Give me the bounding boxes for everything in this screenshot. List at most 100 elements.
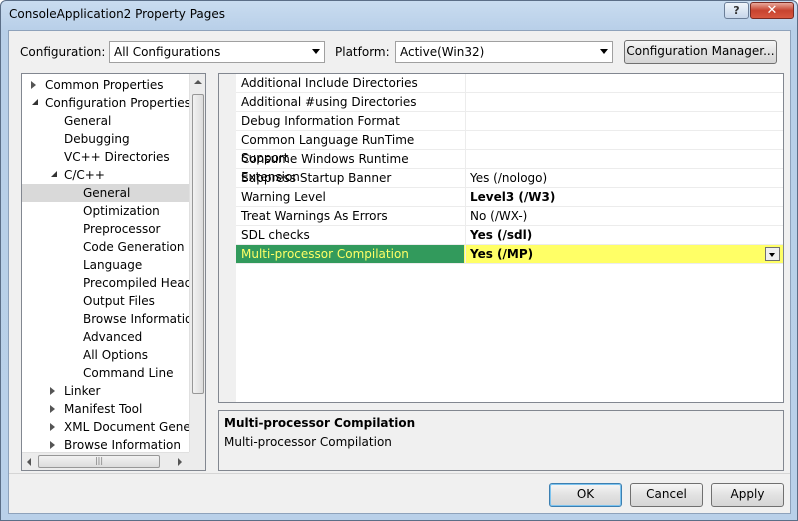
collapsed-arrow-icon[interactable] (50, 387, 55, 395)
property-name: Treat Warnings As Errors (241, 209, 388, 223)
platform-dropdown[interactable]: Active(Win32) (395, 41, 613, 63)
scroll-up-icon[interactable] (194, 80, 202, 84)
property-name: Multi-processor Compilation (236, 245, 464, 263)
dropdown-arrow-icon[interactable] (765, 247, 780, 261)
tree-item[interactable]: Advanced (22, 328, 189, 346)
property-name: SDL checks (241, 228, 310, 242)
property-name: Additional #using Directories (241, 95, 417, 109)
description-panel: Multi-processor Compilation Multi-proces… (218, 410, 784, 471)
property-name: Suppress Startup Banner (241, 171, 392, 185)
property-value[interactable]: No (/WX-) (465, 207, 770, 225)
configuration-dropdown[interactable]: All Configurations (109, 41, 325, 63)
cancel-button[interactable]: Cancel (630, 483, 703, 507)
property-value[interactable]: Yes (/sdl) (465, 226, 770, 244)
scrollbar-thumb[interactable] (192, 94, 204, 394)
tree-item[interactable]: Common Properties (22, 76, 189, 94)
tree-item-label: Browse Information (83, 312, 200, 326)
property-row[interactable]: Common Language RunTime Support (236, 131, 783, 165)
configuration-value: All Configurations (114, 45, 221, 59)
collapsed-arrow-icon[interactable] (50, 441, 55, 449)
collapsed-arrow-icon[interactable] (31, 81, 36, 89)
ok-button[interactable]: OK (549, 483, 622, 507)
property-value[interactable] (465, 93, 770, 111)
tree-item[interactable]: General (22, 112, 189, 130)
property-value[interactable] (465, 131, 770, 149)
property-row[interactable]: Additional Include Directories (236, 74, 783, 93)
dialog-client: Configuration: All Configurations Platfo… (8, 30, 791, 514)
collapsed-arrow-icon[interactable] (50, 405, 55, 413)
property-row[interactable]: Treat Warnings As Errors No (/WX-) (236, 207, 783, 226)
tree-item[interactable]: Output Files (22, 292, 189, 310)
tree-item[interactable]: Code Generation (22, 238, 189, 256)
tree-item[interactable]: Language (22, 256, 189, 274)
tree-item-label: Precompiled Heade (83, 276, 200, 290)
platform-value: Active(Win32) (400, 45, 485, 59)
property-tree[interactable]: Common Properties Configuration Propertie… (21, 73, 206, 471)
tree-item-label: Command Line (83, 366, 174, 380)
tree-horizontal-scrollbar[interactable]: ||| (22, 452, 189, 470)
property-value[interactable] (465, 112, 770, 130)
tree-item-label: Language (83, 258, 143, 272)
close-button[interactable]: ✕ (750, 2, 794, 19)
property-name: Debug Information Format (241, 114, 400, 128)
tree-item-label: Output Files (83, 294, 155, 308)
tree-item[interactable]: VC++ Directories (22, 148, 189, 166)
tree-item-label: All Options (83, 348, 148, 362)
title-bar: ConsoleApplication2 Property Pages ? ✕ (1, 1, 797, 31)
tree-item[interactable]: Browse Information (22, 310, 200, 328)
tree-item-label: Configuration Properties (45, 96, 191, 110)
grid-gutter (219, 74, 236, 402)
property-row[interactable]: SDL checks Yes (/sdl) (236, 226, 783, 245)
tree-item[interactable]: Command Line (22, 364, 189, 382)
platform-label: Platform: (335, 45, 390, 59)
property-value[interactable]: Yes (/nologo) (465, 169, 770, 187)
property-pages-window: ConsoleApplication2 Property Pages ? ✕ C… (0, 0, 798, 521)
tree-item[interactable]: General (22, 184, 189, 202)
property-row[interactable]: Suppress Startup Banner Yes (/nologo) (236, 169, 783, 188)
description-title: Multi-processor Compilation (224, 416, 416, 430)
property-row[interactable]: Warning Level Level3 (/W3) (236, 188, 783, 207)
property-value[interactable]: Yes (/MP) (465, 245, 770, 263)
description-body: Multi-processor Compilation (224, 435, 392, 449)
tree-vertical-scrollbar[interactable] (189, 74, 205, 452)
apply-button[interactable]: Apply (711, 483, 784, 507)
property-value[interactable]: Level3 (/W3) (465, 188, 770, 206)
property-grid[interactable]: Additional Include Directories Additional… (218, 73, 784, 403)
property-name: Warning Level (241, 190, 326, 204)
tree-item[interactable]: Linker (22, 382, 189, 400)
tree-item[interactable]: Debugging (22, 130, 189, 148)
tree-item-label: XML Document Genera (64, 420, 204, 434)
scroll-left-icon[interactable] (27, 458, 31, 466)
chevron-down-icon (312, 49, 320, 54)
property-row[interactable]: Debug Information Format (236, 112, 783, 131)
tree-item-label: Manifest Tool (64, 402, 143, 416)
tree-item[interactable]: Manifest Tool (22, 400, 189, 418)
tree-item[interactable]: Precompiled Heade (22, 274, 200, 292)
configuration-manager-button[interactable]: Configuration Manager... (624, 40, 777, 64)
collapsed-arrow-icon[interactable] (50, 423, 55, 431)
scrollbar-thumb[interactable]: ||| (38, 455, 160, 468)
window-title: ConsoleApplication2 Property Pages (9, 7, 226, 21)
tree-item-label: Debugging (64, 132, 130, 146)
tree-item[interactable]: Optimization (22, 202, 189, 220)
tree-item-label: Code Generation (83, 240, 185, 254)
property-row[interactable]: Consume Windows Runtime Extension (236, 150, 783, 184)
tree-item-label: C/C++ (64, 168, 105, 182)
tree-item-label: Linker (64, 384, 101, 398)
configuration-label: Configuration: (20, 45, 106, 59)
tree-item-label: Preprocessor (83, 222, 161, 236)
tree-item-label: Common Properties (45, 78, 164, 92)
help-button[interactable]: ? (724, 2, 749, 19)
tree-item[interactable]: Preprocessor (22, 220, 189, 238)
property-name: Additional Include Directories (241, 76, 418, 90)
chevron-down-icon (600, 49, 608, 54)
property-row[interactable]: Multi-processor Compilation Yes (/MP) (236, 245, 783, 264)
property-value[interactable] (465, 150, 770, 168)
scroll-right-icon[interactable] (178, 458, 182, 466)
property-row[interactable]: Additional #using Directories (236, 93, 783, 112)
tree-item[interactable]: C/C++ (22, 166, 189, 184)
tree-item[interactable]: All Options (22, 346, 189, 364)
property-value[interactable] (465, 74, 770, 92)
tree-item[interactable]: Configuration Properties (22, 94, 191, 112)
tree-item[interactable]: XML Document Genera (22, 418, 203, 436)
